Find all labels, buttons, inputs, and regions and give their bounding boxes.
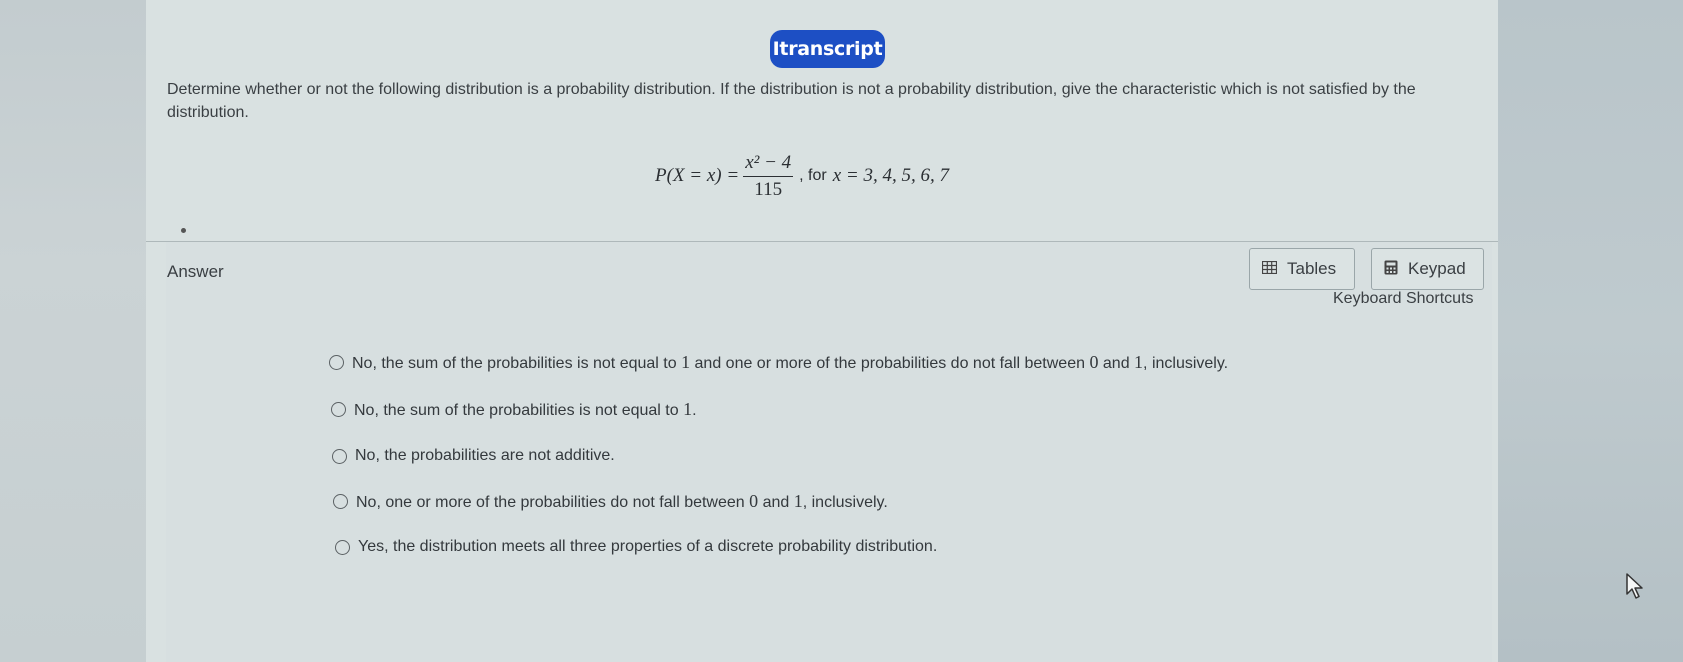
transcript-badge[interactable]: Itranscript: [770, 30, 885, 68]
probability-formula: P(X = x) = x² − 4 115 , for x = 3, 4, 5,…: [655, 148, 949, 204]
formula-denominator: 115: [754, 178, 783, 200]
radio-button[interactable]: [332, 448, 347, 464]
table-icon: [1261, 260, 1278, 278]
radio-button[interactable]: [333, 494, 348, 509]
background-left: [0, 0, 160, 662]
option-1-text: No, the sum of the probabilities is not …: [352, 352, 1229, 372]
answer-option-3[interactable]: No, the probabilities are not additive.: [332, 447, 615, 465]
formula-fraction: x² − 4 115: [743, 152, 794, 201]
answer-option-2[interactable]: No, the sum of the probabilities is not …: [331, 399, 697, 420]
formula-for-text: , for: [799, 167, 827, 184]
keypad-label: Keypad: [1408, 259, 1466, 278]
question-text: Determine whether or not the following d…: [167, 81, 1416, 121]
calculator-icon: [1384, 260, 1398, 279]
formula-lhs: P(X = x) =: [655, 165, 740, 186]
option-4-text: No, one or more of the probabilities do …: [356, 491, 888, 511]
formula-numerator: x² − 4: [743, 152, 794, 177]
radio-button[interactable]: [331, 402, 346, 417]
radio-button[interactable]: [329, 355, 344, 370]
option-2-text: No, the sum of the probabilities is not …: [354, 399, 697, 419]
answer-label: Answer: [167, 262, 224, 281]
stray-mark: [181, 228, 186, 233]
option-5-text: Yes, the distribution meets all three pr…: [358, 538, 938, 555]
tables-button[interactable]: Tables: [1249, 248, 1355, 290]
answer-option-1[interactable]: No, the sum of the probabilities is not …: [329, 352, 1228, 373]
keypad-button[interactable]: Keypad: [1371, 248, 1484, 290]
answer-option-5[interactable]: Yes, the distribution meets all three pr…: [335, 538, 937, 556]
background-right: [1495, 0, 1683, 662]
section-divider: [146, 241, 1498, 242]
formula-range: x = 3, 4, 5, 6, 7: [832, 165, 949, 186]
option-3-text: No, the probabilities are not additive.: [355, 447, 615, 464]
tables-label: Tables: [1287, 259, 1337, 278]
mouse-pointer-icon: [1626, 573, 1643, 599]
keyboard-shortcuts-link[interactable]: Keyboard Shortcuts: [1333, 290, 1474, 308]
answer-option-4[interactable]: No, one or more of the probabilities do …: [333, 491, 888, 512]
radio-button[interactable]: [335, 539, 350, 555]
